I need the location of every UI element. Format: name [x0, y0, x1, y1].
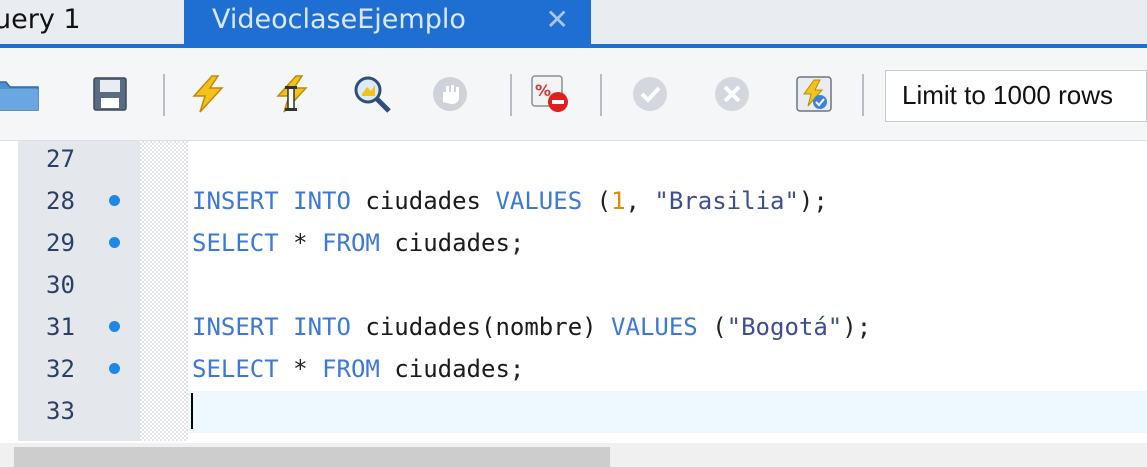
statement-marker-icon [109, 195, 120, 206]
toolbar-separator [862, 74, 864, 116]
execute-icon[interactable] [188, 74, 228, 114]
commit-icon[interactable] [630, 74, 670, 114]
tab-label: VideoclaseEjemplo [212, 4, 466, 35]
code-text: INSERT INTO ciudades(nombre) VALUES ("Bo… [192, 305, 871, 349]
code-token: ; [509, 355, 525, 383]
toggle-error-stop-icon[interactable]: % [530, 74, 570, 114]
code-token: INTO [293, 187, 351, 215]
code-text: INSERT INTO ciudades VALUES (1, "Brasili… [192, 179, 828, 223]
line-number: 27 [46, 145, 75, 173]
stop-icon[interactable] [430, 74, 470, 114]
code-token: FROM [322, 229, 380, 257]
code-token: "Bogotá" [726, 313, 843, 341]
text-cursor [191, 393, 193, 429]
code-token: , [625, 187, 655, 215]
code-token: 1 [611, 187, 626, 215]
line-number: 31 [46, 313, 75, 341]
code-line[interactable]: 31 INSERT INTO ciudades(nombre) VALUES ("… [0, 305, 1147, 349]
code-line[interactable]: 29 SELECT * FROM ciudades; [0, 221, 1147, 265]
limit-rows-select[interactable]: Limit to 1000 rows [885, 70, 1147, 122]
line-number: 30 [46, 271, 75, 299]
code-line[interactable]: 28 INSERT INTO ciudades VALUES (1, "Brasi… [0, 179, 1147, 223]
toolbar-separator [510, 74, 512, 116]
code-line[interactable]: 27 [0, 137, 1147, 181]
statement-marker-icon [109, 363, 120, 374]
code-token: ciudades [394, 229, 510, 257]
code-token: INTO [293, 313, 351, 341]
save-icon[interactable] [90, 74, 130, 114]
code-token: SELECT [192, 229, 279, 257]
tab-label: uery 1 [0, 4, 81, 35]
open-folder-icon[interactable] [0, 74, 40, 114]
statement-marker-icon [109, 321, 120, 332]
code-token: ciudades [394, 355, 510, 383]
code-token: ciudades [365, 187, 481, 215]
toolbar-separator [600, 74, 602, 116]
code-token: VALUES [495, 187, 583, 215]
code-token: ( [582, 187, 612, 215]
code-token: ); [842, 313, 872, 341]
code-token: "Brasilia" [654, 187, 799, 215]
line-number: 28 [46, 187, 75, 215]
close-icon[interactable]: ✕ [546, 0, 569, 40]
scrollbar-thumb[interactable] [14, 447, 610, 467]
code-token: ciudades(nombre) [365, 313, 597, 341]
code-token: FROM [322, 355, 380, 383]
autocommit-icon[interactable] [794, 74, 834, 114]
code-line[interactable]: 32 SELECT * FROM ciudades; [0, 347, 1147, 391]
limit-rows-label: Limit to 1000 rows [902, 80, 1113, 110]
code-token: * [278, 355, 323, 383]
code-token: SELECT [192, 355, 279, 383]
code-text: SELECT * FROM ciudades; [192, 347, 524, 391]
tab-videoclase-ejemplo[interactable]: VideoclaseEjemplo ✕ [184, 0, 591, 44]
code-token: INSERT [192, 313, 279, 341]
code-line[interactable]: 33 [0, 389, 1147, 433]
rollback-icon[interactable] [712, 74, 752, 114]
toolbar-separator [163, 74, 165, 116]
code-token: ; [509, 229, 525, 257]
tab-bar: uery 1 VideoclaseEjemplo ✕ [0, 0, 1147, 44]
tab-query-1[interactable]: uery 1 [0, 0, 182, 44]
code-token: VALUES [611, 313, 698, 341]
code-token: ); [798, 187, 828, 215]
code-line[interactable]: 30 [0, 263, 1147, 307]
execute-current-icon[interactable] [272, 74, 312, 114]
code-token: ( [697, 313, 727, 341]
code-token: * [278, 229, 323, 257]
code-text: SELECT * FROM ciudades; [192, 221, 524, 265]
statement-marker-icon [109, 237, 120, 248]
line-number: 29 [46, 229, 75, 257]
line-number: 32 [46, 355, 75, 383]
line-number: 33 [46, 397, 75, 425]
code-token: INSERT [192, 187, 279, 215]
explain-icon[interactable] [352, 74, 392, 114]
svg-text:%: % [535, 81, 551, 100]
